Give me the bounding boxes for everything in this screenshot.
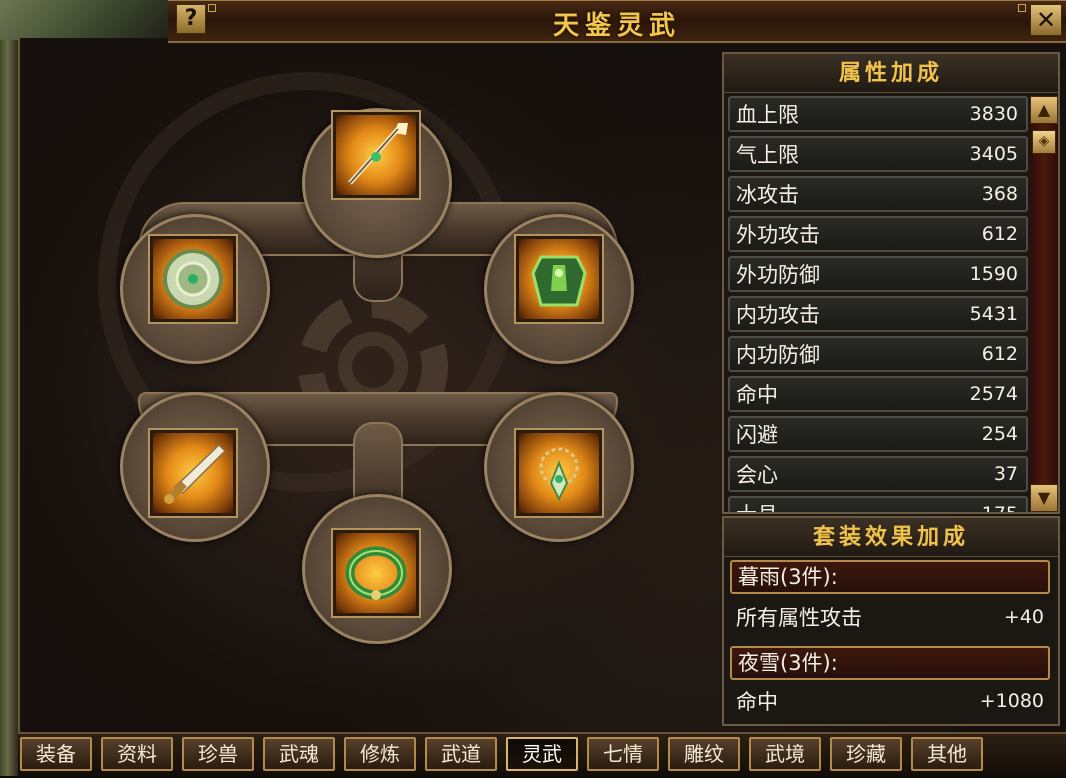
attribute-row: 血上限 3830 — [728, 96, 1028, 132]
close-button[interactable]: ✕ — [1030, 4, 1062, 36]
tab-0[interactable]: 装备 — [20, 737, 92, 771]
attribute-value: 5431 — [969, 303, 1018, 325]
set-bonus-title: 套装效果加成 — [724, 518, 1058, 557]
scroll-down-button[interactable]: ▼ — [1030, 484, 1058, 512]
equip-slot-spear[interactable] — [331, 110, 421, 200]
attribute-row: 命中 2574 — [728, 376, 1028, 412]
attribute-name: 会心 — [736, 463, 778, 487]
attribute-row: 士县 175 — [728, 496, 1028, 512]
attribute-value: 612 — [981, 223, 1018, 245]
attribute-row: 会心 37 — [728, 456, 1028, 492]
title-bar[interactable]: 天鉴灵武 — [168, 0, 1066, 43]
attribute-name: 血上限 — [736, 103, 799, 127]
tab-2[interactable]: 珍兽 — [182, 737, 254, 771]
tab-7[interactable]: 七情 — [587, 737, 659, 771]
equip-slot-amulet[interactable] — [514, 428, 604, 518]
corner-ornament — [1018, 4, 1026, 12]
attribute-row: 气上限 3405 — [728, 136, 1028, 172]
attribute-name: 内功攻击 — [736, 303, 820, 327]
attribute-name: 外功防御 — [736, 263, 820, 287]
attribute-value: 254 — [981, 423, 1018, 445]
attribute-value: 612 — [981, 343, 1018, 365]
attribute-value: 2574 — [969, 383, 1018, 405]
tab-4[interactable]: 修炼 — [344, 737, 416, 771]
attribute-name: 内功防御 — [736, 343, 820, 367]
amulet-icon — [539, 447, 579, 502]
attribute-name: 外功攻击 — [736, 223, 820, 247]
tab-8[interactable]: 雕纹 — [668, 737, 740, 771]
attribute-name: 冰攻击 — [736, 183, 799, 207]
tab-5[interactable]: 武道 — [425, 737, 497, 771]
tab-9[interactable]: 武境 — [749, 737, 821, 771]
attribute-bonus-panel: 属性加成 血上限 3830 气上限 3405 冰攻击 368 外功攻击 612 外功防御 1590… — [722, 52, 1060, 514]
attribute-value: 3830 — [969, 103, 1018, 125]
set-bonus-panel: 套装效果加成 暮雨(3件): 所有属性攻击 +40 夜雪(3件): 命中 +10… — [722, 516, 1060, 726]
attribute-list[interactable]: 血上限 3830 气上限 3405 冰攻击 368 外功攻击 612 外功防御 1590 内功攻击 5… — [728, 96, 1028, 512]
window-title: 天鉴灵武 — [552, 11, 681, 41]
attribute-scrollbar[interactable]: ▲ ◈ ▼ — [1030, 96, 1058, 512]
tab-11[interactable]: 其他 — [911, 737, 983, 771]
scroll-thumb[interactable]: ◈ — [1032, 130, 1056, 154]
attribute-name: 士县 — [736, 499, 778, 512]
shield-icon — [163, 249, 223, 309]
set-effect-name: 所有属性攻击 — [736, 606, 862, 630]
attribute-value: 1590 — [969, 263, 1018, 285]
attribute-name: 命中 — [736, 383, 778, 407]
tab-1[interactable]: 资料 — [101, 737, 173, 771]
attribute-row: 内功攻击 5431 — [728, 296, 1028, 332]
tab-10[interactable]: 珍藏 — [830, 737, 902, 771]
equip-slot-dagger[interactable] — [148, 428, 238, 518]
attribute-panel-title: 属性加成 — [724, 54, 1058, 93]
armor-icon — [531, 255, 587, 307]
bracelet-icon — [345, 546, 407, 600]
scroll-up-button[interactable]: ▲ — [1030, 96, 1058, 124]
equip-slot-armor[interactable] — [514, 234, 604, 324]
set-effect-value: +40 — [1003, 606, 1044, 628]
equip-slot-bracelet[interactable] — [331, 528, 421, 618]
attribute-value: 37 — [993, 463, 1018, 485]
spear-icon — [348, 123, 408, 185]
help-button[interactable]: ? — [176, 4, 206, 34]
tab-3[interactable]: 武魂 — [263, 737, 335, 771]
set-title-yexue: 夜雪(3件): — [730, 646, 1050, 680]
set-effect-row: 命中 +1080 — [730, 684, 1050, 718]
attribute-name: 气上限 — [736, 143, 799, 167]
top-left-corner-decoration — [0, 0, 170, 40]
left-edge-decoration — [0, 0, 18, 776]
corner-ornament — [208, 4, 216, 12]
set-effect-row: 所有属性攻击 +40 — [730, 600, 1050, 634]
attribute-value: 3405 — [969, 143, 1018, 165]
attribute-row: 外功攻击 612 — [728, 216, 1028, 252]
attribute-name: 闪避 — [736, 423, 778, 447]
attribute-row: 闪避 254 — [728, 416, 1028, 452]
attribute-row: 外功防御 1590 — [728, 256, 1028, 292]
attribute-row: 内功防御 612 — [728, 336, 1028, 372]
set-effect-value: +1080 — [979, 690, 1044, 712]
dagger-icon — [164, 443, 227, 504]
attribute-value: 175 — [982, 503, 1018, 512]
attribute-row: 冰攻击 368 — [728, 176, 1028, 212]
set-title-muyu: 暮雨(3件): — [730, 560, 1050, 594]
set-effect-name: 命中 — [736, 690, 778, 714]
tab-6[interactable]: 灵武 — [506, 737, 578, 771]
attribute-value: 368 — [981, 183, 1018, 205]
equip-slot-shield[interactable] — [148, 234, 238, 324]
